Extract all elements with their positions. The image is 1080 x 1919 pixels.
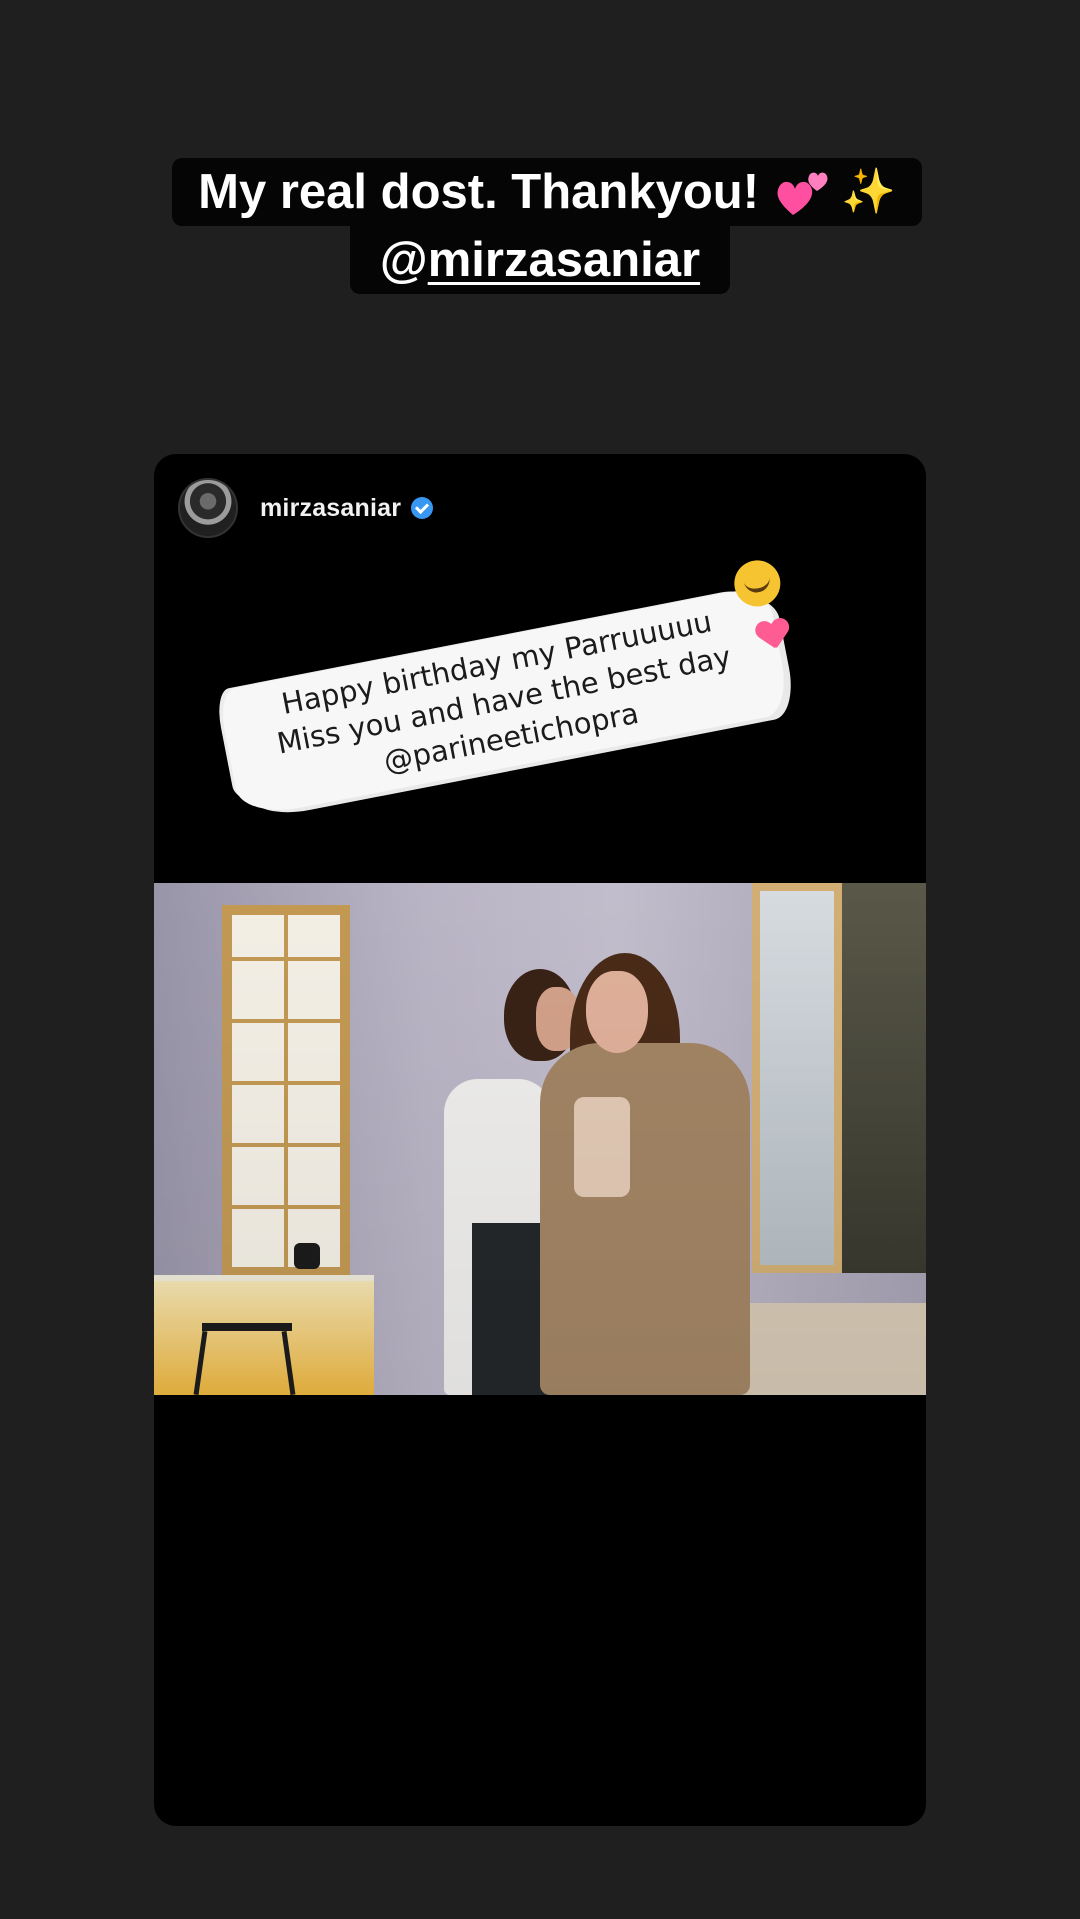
two-hearts-icon (775, 165, 835, 219)
heart-icon (754, 617, 793, 653)
post-photo[interactable] (154, 883, 926, 1395)
shared-post-card[interactable]: mirzasaniar Happy birthday my Parruuuuu … (154, 454, 926, 1826)
story-caption: My real dost. Thankyou! ✨ @ mirzasaniar (0, 158, 1080, 294)
caption-line-2: @ mirzasaniar (349, 226, 731, 294)
brush-text-sticker: Happy birthday my Parruuuuu Miss you and… (211, 549, 826, 848)
brush-text: Happy birthday my Parruuuuu Miss you and… (218, 591, 789, 810)
avatar[interactable] (178, 478, 238, 538)
sparkles-icon: ✨ (841, 167, 896, 216)
post-header[interactable]: mirzasaniar (178, 470, 434, 546)
story-viewer: My real dost. Thankyou! ✨ @ mirzasaniar m… (0, 0, 1080, 1919)
mention-at: @ (379, 233, 428, 287)
post-username[interactable]: mirzasaniar (260, 494, 401, 523)
mention-link[interactable]: mirzasaniar (428, 226, 700, 294)
caption-line-1: My real dost. Thankyou! ✨ (172, 158, 922, 226)
caption-text: My real dost. Thankyou! (198, 165, 760, 219)
verified-badge-icon (411, 497, 434, 519)
